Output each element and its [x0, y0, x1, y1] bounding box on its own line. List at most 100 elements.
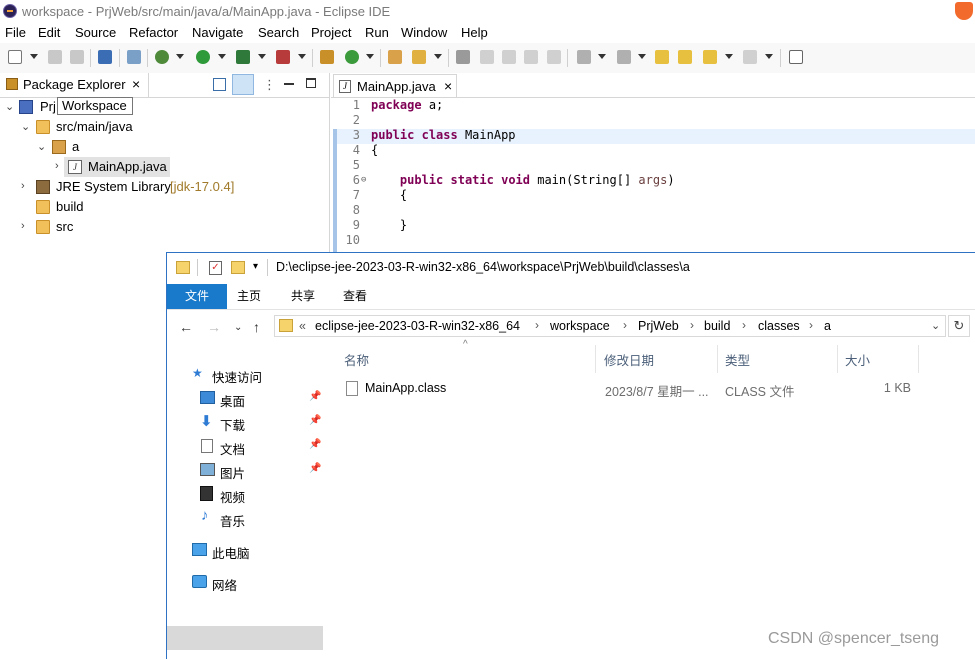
ribbon-tab-view[interactable]: 查看 [333, 284, 377, 309]
code-line[interactable]: 1package a; [331, 98, 975, 113]
coverage-icon[interactable] [236, 50, 250, 64]
pin-icon[interactable]: 📌 [309, 439, 321, 450]
new-folder-icon[interactable] [231, 261, 245, 274]
tree-item-src[interactable]: › src [0, 217, 329, 237]
ribbon-tab-home[interactable]: 主页 [227, 284, 271, 309]
close-icon[interactable]: × [444, 78, 452, 94]
forward-edit-location-icon[interactable] [678, 50, 692, 64]
chevron-down-icon[interactable]: ⌄ [5, 100, 14, 113]
column-header-type[interactable]: 类型 [725, 350, 750, 370]
breadcrumb-item[interactable]: a [824, 319, 831, 333]
tree-item-project[interactable]: ⌄ Prj [0, 97, 329, 117]
nav-item-pictures[interactable]: 图片 📌 [167, 458, 323, 482]
last-edit-location-icon[interactable] [655, 50, 669, 64]
collapse-all-icon[interactable] [213, 78, 226, 91]
code-line[interactable]: 8 [331, 203, 975, 218]
recent-locations-icon[interactable]: ⌄ [234, 322, 242, 333]
chevron-down-icon[interactable]: ⌄ [21, 120, 30, 133]
tree-item-src-main-java[interactable]: ⌄ src/main/java [0, 117, 329, 137]
menu-edit[interactable]: Edit [38, 25, 60, 40]
code-line[interactable]: 7 { [331, 188, 975, 203]
menu-refactor[interactable]: Refactor [129, 25, 178, 40]
chevron-down-icon[interactable]: ⌄ [37, 140, 46, 153]
nav-item-music[interactable]: ♪ 音乐 [167, 506, 323, 530]
terminal-icon[interactable] [98, 50, 112, 64]
tab-mainapp-java[interactable]: J MainApp.java × [333, 74, 457, 98]
next-annotation-icon[interactable] [577, 50, 591, 64]
ribbon-tab-share[interactable]: 共享 [281, 284, 325, 309]
minimize-icon[interactable] [284, 83, 294, 85]
forward-icon[interactable] [743, 50, 757, 64]
breadcrumb-separator-icon[interactable]: › [623, 318, 627, 332]
external-tools-icon[interactable] [276, 50, 290, 64]
breadcrumb-item[interactable]: build [704, 319, 730, 333]
code-line[interactable]: 5 [331, 158, 975, 173]
breadcrumb-item[interactable]: workspace [550, 319, 610, 333]
address-bar[interactable]: « eclipse-jee-2023-03-R-win32-x86_64 › w… [274, 315, 946, 337]
toggle-mark-occurrences-icon[interactable] [456, 50, 470, 64]
toggle-edit-icon[interactable] [480, 50, 494, 64]
run-dropdown-icon[interactable] [218, 54, 226, 59]
coverage-dropdown-icon[interactable] [258, 54, 266, 59]
search-icon[interactable] [412, 50, 426, 64]
chevron-right-icon[interactable]: › [21, 180, 25, 192]
new-java-class-icon[interactable] [345, 50, 359, 64]
code-line[interactable]: 4{ [331, 143, 975, 158]
nav-item-downloads[interactable]: ⬇ 下载 📌 [167, 410, 323, 434]
menu-project[interactable]: Project [311, 25, 351, 40]
chevron-right-icon[interactable]: › [55, 160, 59, 172]
nav-item-this-pc[interactable]: 此电脑 [167, 538, 323, 562]
nav-item-desktop[interactable]: 桌面 📌 [167, 386, 323, 410]
breadcrumb-item[interactable]: eclipse-jee-2023-03-R-win32-x86_64 [315, 319, 520, 333]
up-arrow-icon[interactable]: ↑ [253, 319, 260, 335]
search-dropdown-icon[interactable] [434, 54, 442, 59]
code-editor[interactable]: J MainApp.java × 1package a;23public cla… [331, 73, 975, 253]
run-icon[interactable] [196, 50, 210, 64]
column-header-modified[interactable]: 修改日期 [604, 350, 654, 370]
breadcrumb-separator-icon[interactable]: › [690, 318, 694, 332]
code-line[interactable]: 10 [331, 233, 975, 248]
tree-item-build[interactable]: build [0, 197, 329, 217]
code-line[interactable]: 9 } [331, 218, 975, 233]
column-divider[interactable] [717, 345, 718, 373]
breadcrumb-separator-icon[interactable]: › [535, 318, 539, 332]
column-header-size[interactable]: 大小 [845, 350, 870, 370]
open-type-icon[interactable] [388, 50, 402, 64]
forward-dropdown-icon[interactable] [765, 54, 773, 59]
pin-icon[interactable]: 📌 [309, 415, 321, 426]
file-row[interactable]: MainApp.class 2023/8/7 星期一 ... CLASS 文件 … [337, 375, 917, 403]
menu-search[interactable]: Search [258, 25, 299, 40]
new-java-package-icon[interactable] [320, 50, 334, 64]
column-divider[interactable] [918, 345, 919, 373]
nav-item-videos[interactable]: 视频 [167, 482, 323, 506]
breadcrumb-overflow[interactable]: « [299, 319, 306, 333]
forward-arrow-icon[interactable]: → [207, 319, 221, 335]
block-selection-icon[interactable] [502, 50, 516, 64]
properties-icon[interactable]: ✓ [209, 261, 222, 275]
skip-breakpoints-icon[interactable] [127, 50, 141, 64]
refresh-icon[interactable]: ↻ [948, 315, 970, 337]
tree-item-jre-library[interactable]: › JRE System Library [jdk-17.0.4] [0, 177, 329, 197]
pin-icon[interactable]: 📌 [309, 391, 321, 402]
menu-help[interactable]: Help [461, 25, 488, 40]
nav-item-documents[interactable]: 文档 📌 [167, 434, 323, 458]
menu-run[interactable]: Run [365, 25, 389, 40]
menu-source[interactable]: Source [75, 25, 116, 40]
previous-annotation-icon[interactable] [617, 50, 631, 64]
tab-package-explorer[interactable]: Package Explorer × [0, 73, 149, 97]
open-perspective-icon[interactable] [789, 50, 803, 64]
debug-dropdown-icon[interactable] [176, 54, 184, 59]
breadcrumb-item[interactable]: classes [758, 319, 800, 333]
external-tools-dropdown-icon[interactable] [298, 54, 306, 59]
tree-item-package-a[interactable]: ⌄ a [0, 137, 329, 157]
code-line[interactable]: 6 public static void main(String[] args)… [331, 173, 975, 188]
next-annotation-dropdown-icon[interactable] [598, 54, 606, 59]
link-with-editor-icon[interactable] [232, 74, 254, 95]
new-icon[interactable] [8, 50, 22, 64]
maximize-icon[interactable] [306, 78, 316, 88]
code-line[interactable]: 3public class MainApp [331, 128, 975, 143]
back-arrow-icon[interactable]: ← [179, 319, 193, 335]
fold-toggle-icon[interactable]: ⊖ [361, 173, 366, 188]
back-dropdown-icon[interactable] [725, 54, 733, 59]
close-icon[interactable]: × [132, 76, 140, 92]
